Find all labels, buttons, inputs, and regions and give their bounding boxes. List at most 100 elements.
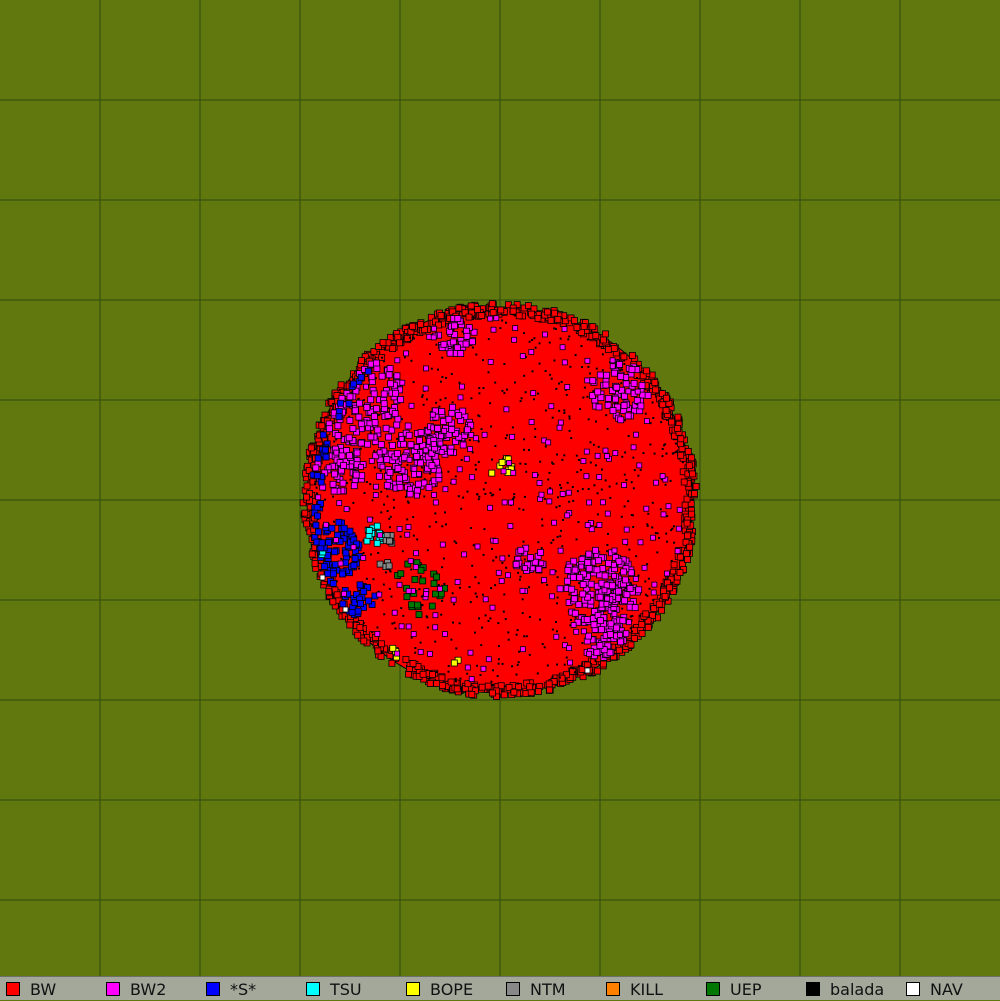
village-marker	[606, 550, 609, 553]
village-marker	[396, 483, 404, 491]
village-marker	[561, 359, 568, 366]
village-marker	[423, 495, 426, 498]
village-marker	[635, 586, 643, 594]
village-marker	[674, 413, 682, 421]
village-marker	[386, 495, 389, 498]
village-marker	[537, 392, 540, 395]
village-marker	[468, 586, 471, 588]
village-marker	[381, 599, 384, 602]
village-marker	[578, 582, 581, 585]
village-marker	[575, 454, 578, 457]
village-marker	[320, 563, 328, 570]
village-marker	[585, 565, 593, 572]
village-marker	[564, 384, 571, 390]
legend-swatch-tsu	[306, 982, 320, 996]
village-marker	[646, 523, 649, 526]
village-marker	[593, 566, 601, 574]
legend-label: BOPE	[430, 979, 474, 999]
village-marker	[551, 628, 554, 631]
village-marker	[629, 615, 632, 618]
village-marker	[475, 353, 478, 356]
village-marker	[478, 392, 481, 395]
village-marker	[632, 487, 635, 490]
village-marker	[312, 521, 320, 529]
village-marker	[548, 471, 551, 474]
village-marker	[457, 350, 465, 358]
legend-swatch-balada	[806, 982, 820, 996]
village-marker	[385, 562, 393, 570]
village-marker	[463, 455, 470, 462]
village-marker	[355, 413, 363, 421]
village-marker	[584, 559, 592, 567]
village-marker	[388, 587, 391, 590]
village-marker	[322, 453, 330, 461]
village-marker	[589, 441, 592, 444]
village-marker	[626, 619, 632, 626]
village-marker	[541, 577, 547, 583]
village-marker	[433, 573, 441, 581]
village-marker	[430, 334, 437, 341]
village-marker	[592, 443, 595, 446]
village-marker	[398, 623, 405, 630]
village-marker	[577, 521, 580, 524]
village-marker	[637, 402, 645, 410]
village-marker	[523, 495, 526, 498]
village-marker	[450, 478, 457, 485]
village-marker	[621, 368, 624, 371]
village-marker	[580, 345, 583, 348]
village-marker	[508, 499, 514, 506]
village-marker	[459, 677, 462, 680]
village-marker	[607, 620, 615, 628]
village-marker	[565, 656, 568, 659]
village-marker	[497, 622, 500, 625]
village-marker	[584, 357, 591, 364]
village-marker	[531, 370, 534, 373]
village-marker	[405, 670, 412, 678]
village-marker	[485, 656, 492, 663]
village-marker	[585, 550, 593, 558]
village-marker	[664, 570, 670, 577]
village-marker	[520, 646, 526, 653]
village-marker	[644, 624, 652, 631]
village-marker	[677, 451, 685, 459]
village-marker	[417, 429, 425, 436]
village-marker	[602, 447, 609, 454]
village-marker	[383, 456, 391, 464]
village-marker	[521, 612, 524, 615]
village-marker	[499, 327, 502, 330]
village-marker	[601, 587, 608, 594]
village-marker	[501, 319, 504, 322]
village-marker	[503, 593, 506, 596]
village-marker	[568, 415, 571, 418]
village-marker	[556, 453, 558, 456]
village-marker	[367, 433, 375, 441]
village-marker	[331, 470, 339, 478]
village-marker	[623, 419, 626, 422]
village-marker	[394, 650, 401, 657]
village-marker	[402, 614, 405, 617]
village-marker	[568, 335, 571, 338]
village-marker	[337, 399, 344, 407]
world-map[interactable]	[0, 0, 1000, 976]
village-marker	[524, 463, 527, 465]
village-marker	[479, 674, 482, 677]
village-marker	[442, 557, 445, 560]
village-marker	[433, 680, 441, 687]
legend-swatch-s	[206, 982, 220, 996]
village-marker	[603, 601, 610, 607]
village-marker	[663, 444, 665, 447]
village-marker	[596, 492, 599, 495]
village-marker	[549, 593, 555, 600]
village-marker	[534, 315, 542, 322]
village-marker	[467, 302, 475, 310]
village-marker	[606, 649, 614, 657]
village-marker	[369, 431, 372, 434]
village-marker	[440, 380, 442, 383]
village-marker	[544, 308, 551, 316]
village-marker	[528, 586, 531, 589]
village-marker	[373, 483, 379, 490]
village-marker	[495, 569, 502, 576]
legend-label: NTM	[530, 979, 566, 999]
village-marker	[505, 572, 511, 579]
village-marker	[474, 306, 482, 314]
